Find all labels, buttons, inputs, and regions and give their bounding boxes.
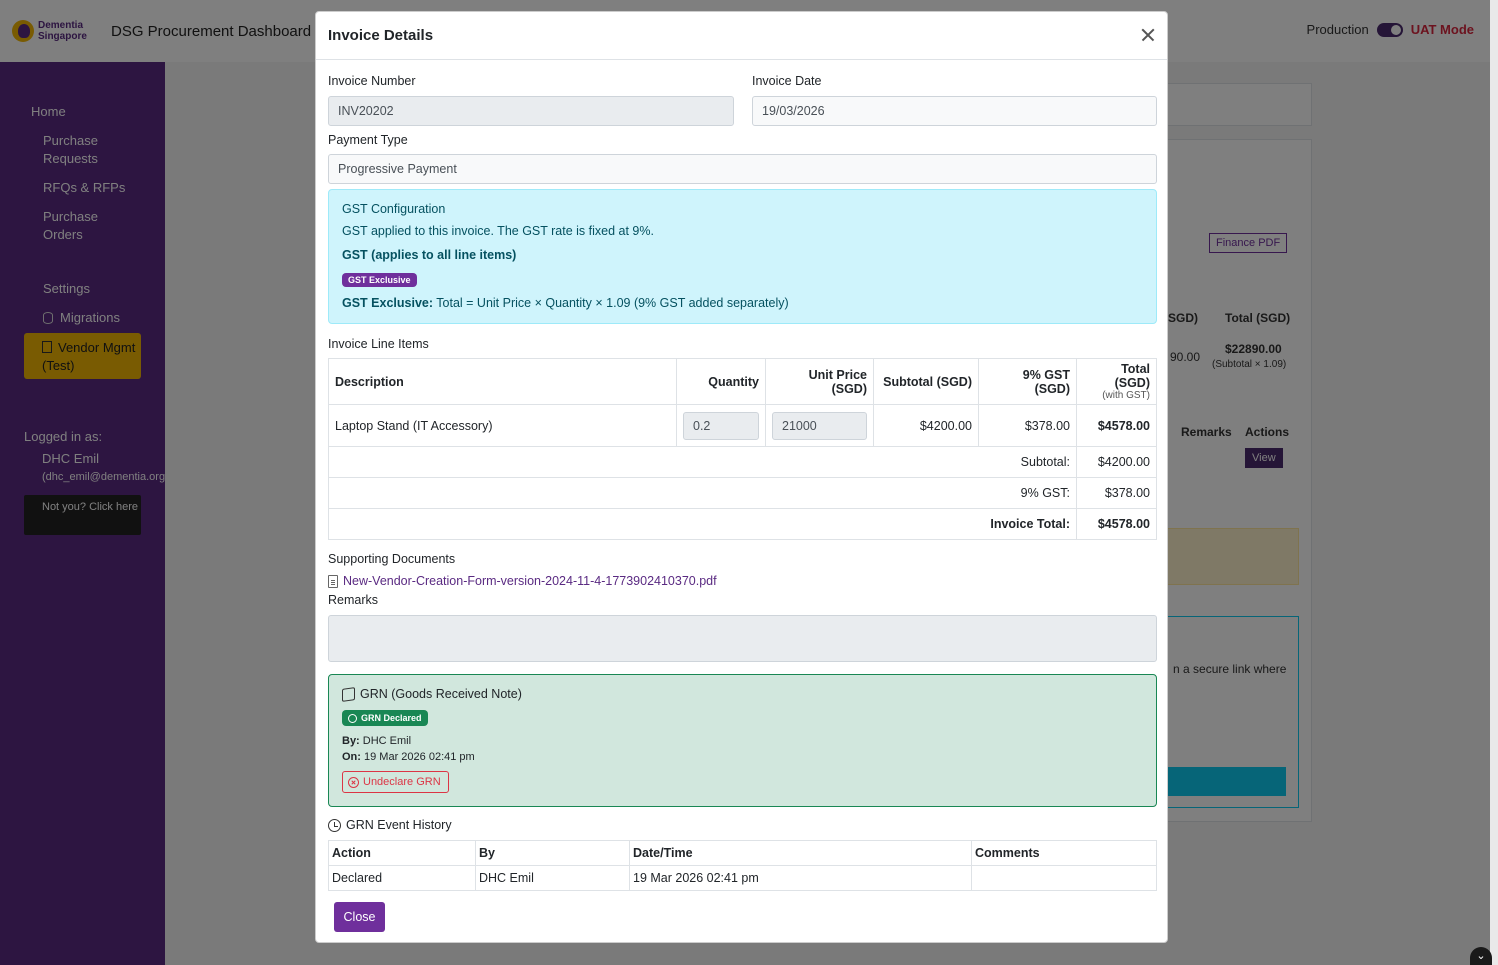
invoice-date-label: Invoice Date xyxy=(752,74,822,88)
grn-declared-on: On: 19 Mar 2026 02:41 pm xyxy=(342,751,475,763)
table-header-row: Description Quantity Unit Price (SGD) Su… xyxy=(328,358,1157,405)
item-quantity-field[interactable]: 0.2 xyxy=(683,411,759,440)
grn-history-title: GRN Event History xyxy=(328,818,452,832)
remarks-label: Remarks xyxy=(328,593,379,607)
subtotal-value: $4200.00 xyxy=(1076,446,1157,478)
item-description: Laptop Stand (IT Accessory) xyxy=(328,404,677,447)
col-by: By xyxy=(475,840,630,866)
col-total-note: (with GST) xyxy=(1102,390,1150,401)
col-comments: Comments xyxy=(971,840,1157,866)
grn-declared-by: By: DHC Emil xyxy=(342,735,412,747)
line-items-label: Invoice Line Items xyxy=(328,337,429,351)
gst-total-label: 9% GST: xyxy=(328,477,1077,509)
modal-title: Invoice Details xyxy=(328,27,434,44)
supporting-documents-label: Supporting Documents xyxy=(328,552,456,566)
x-circle-icon xyxy=(348,776,359,788)
grn-section: GRN (Goods Received Note) GRN Declared B… xyxy=(328,674,1157,807)
invoice-number-label: Invoice Number xyxy=(328,74,416,88)
modal-header: Invoice Details xyxy=(316,12,1167,60)
col-quantity: Quantity xyxy=(676,358,766,405)
table-header-row: Action By Date/Time Comments xyxy=(328,840,1157,866)
gst-formula: GST Exclusive: Total = Unit Price × Quan… xyxy=(342,296,789,310)
subtotal-label: Subtotal: xyxy=(328,446,1077,478)
gst-note: GST applied to this invoice. The GST rat… xyxy=(342,224,654,238)
document-name: New-Vendor-Creation-Form-version-2024-11… xyxy=(343,574,717,588)
table-row: Laptop Stand (IT Accessory) 0.2 21000 $4… xyxy=(328,404,1157,447)
col-action: Action xyxy=(328,840,476,866)
subtotal-row: Subtotal: $4200.00 xyxy=(328,446,1157,478)
invoice-total-label: Invoice Total: xyxy=(328,508,1077,540)
gst-exclusive-badge: GST Exclusive xyxy=(342,273,417,287)
scroll-down-icon[interactable]: ⌄ xyxy=(1470,947,1492,965)
grn-history-table: Action By Date/Time Comments Declared DH… xyxy=(328,840,1157,891)
payment-type-label: Payment Type xyxy=(328,133,408,147)
close-button[interactable]: Close xyxy=(334,902,385,932)
invoice-number-field[interactable] xyxy=(328,96,734,126)
gst-configuration-alert: GST Configuration GST applied to this in… xyxy=(328,189,1157,324)
history-action: Declared xyxy=(328,865,476,891)
payment-type-field[interactable] xyxy=(328,154,1157,184)
history-comments xyxy=(971,865,1157,891)
col-subtotal: Subtotal (SGD) xyxy=(873,358,979,405)
item-gst: $378.00 xyxy=(978,404,1077,447)
grn-declared-badge: GRN Declared xyxy=(342,710,428,726)
gst-formula-label: GST Exclusive: xyxy=(342,296,434,310)
package-icon xyxy=(342,686,355,702)
remarks-textarea[interactable] xyxy=(328,615,1157,662)
clock-history-icon xyxy=(328,818,341,832)
close-icon[interactable] xyxy=(1137,24,1159,46)
gst-formula-text: Total = Unit Price × Quantity × 1.09 (9%… xyxy=(436,296,789,310)
history-datetime: 19 Mar 2026 02:41 pm xyxy=(629,865,972,891)
line-items-table: Description Quantity Unit Price (SGD) Su… xyxy=(328,358,1157,540)
col-description: Description xyxy=(328,358,677,405)
col-gst: 9% GST (SGD) xyxy=(978,358,1077,405)
invoice-total-value: $4578.00 xyxy=(1076,508,1157,540)
col-total: Total (SGD) (with GST) xyxy=(1076,358,1157,405)
col-datetime: Date/Time xyxy=(629,840,972,866)
col-unit-price: Unit Price (SGD) xyxy=(765,358,874,405)
gst-heading: GST Configuration xyxy=(342,202,446,216)
undeclare-grn-button[interactable]: Undeclare GRN xyxy=(342,771,449,793)
page-scrollbar[interactable] xyxy=(1490,0,1498,965)
item-total: $4578.00 xyxy=(1076,404,1157,447)
grn-title: GRN (Goods Received Note) xyxy=(342,686,522,702)
check-circle-icon xyxy=(348,713,357,723)
item-unit-price-field[interactable]: 21000 xyxy=(772,411,867,440)
gst-total-value: $378.00 xyxy=(1076,477,1157,509)
invoice-total-row: Invoice Total: $4578.00 xyxy=(328,508,1157,540)
invoice-details-modal: Invoice Details Invoice Number Invoice D… xyxy=(315,11,1168,943)
history-by: DHC Emil xyxy=(475,865,630,891)
item-subtotal: $4200.00 xyxy=(873,404,979,447)
file-icon xyxy=(328,574,338,588)
gst-row: 9% GST: $378.00 xyxy=(328,477,1157,509)
gst-applies-label: GST (applies to all line items) xyxy=(342,248,517,262)
table-row: Declared DHC Emil 19 Mar 2026 02:41 pm xyxy=(328,865,1157,891)
supporting-document-link[interactable]: New-Vendor-Creation-Form-version-2024-11… xyxy=(328,574,717,588)
invoice-date-field[interactable] xyxy=(752,96,1157,126)
